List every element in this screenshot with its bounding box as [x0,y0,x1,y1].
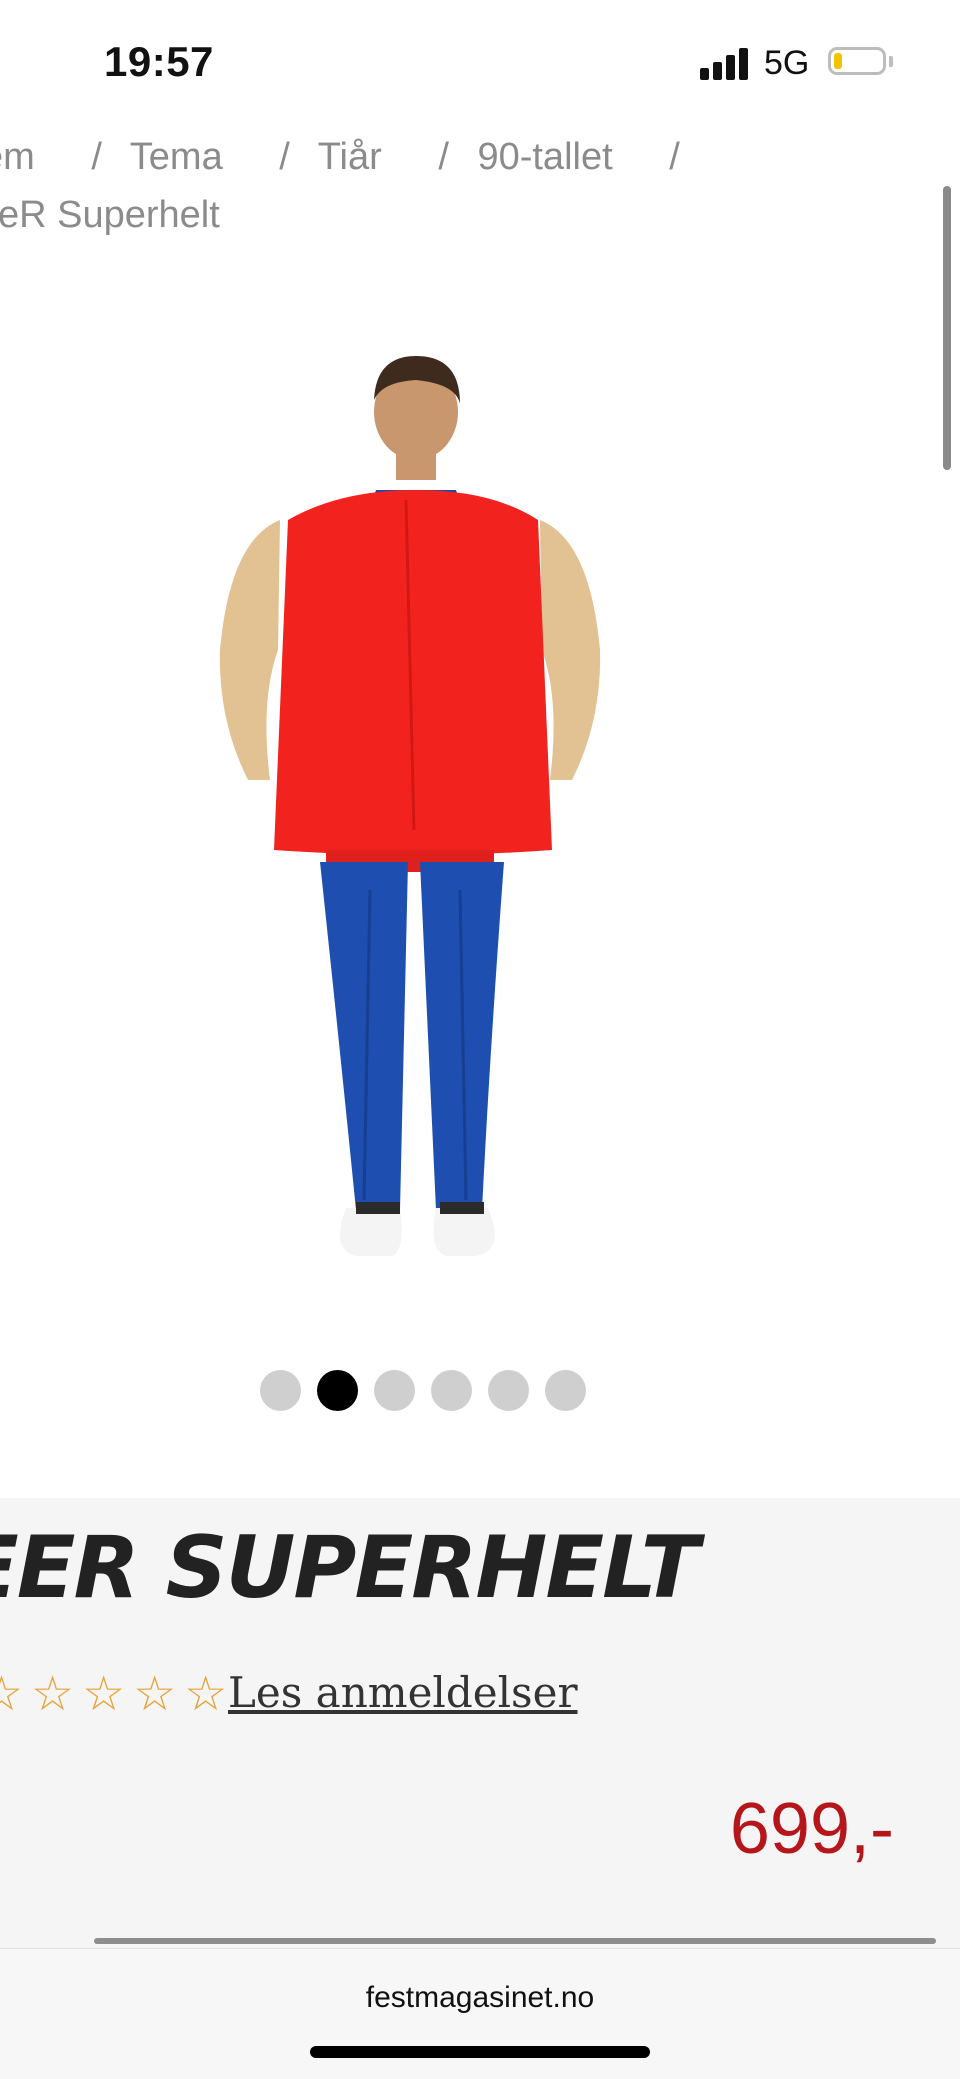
breadcrumb-separator: / [91,136,102,178]
page-scrollbar[interactable] [943,186,951,470]
gallery-pagination [260,1370,586,1412]
horizontal-scrollbar[interactable] [94,1938,936,1944]
star-outline-icon: ☆ [82,1668,126,1721]
breadcrumb-item-90-tallet[interactable]: 90-tallet [477,136,612,178]
rating-stars[interactable]: ☆ ☆ ☆ ☆ ☆ [0,1666,235,1722]
breadcrumb-separator: / [669,136,680,178]
breadcrumb-item-tiar[interactable]: Tiår [318,136,382,178]
gallery-dot-4[interactable] [431,1370,472,1411]
gallery-dot-1[interactable] [260,1370,301,1411]
network-label: 5G [764,44,810,82]
browser-bottom-bar: festmagasinet.no [0,1948,960,2079]
read-reviews-link[interactable]: Les anmeldelser [228,1668,578,1717]
clock: 19:57 [104,38,214,85]
gallery-dot-5[interactable] [488,1370,529,1411]
star-outline-icon: ☆ [133,1668,177,1721]
gallery-dot-6[interactable] [545,1370,586,1411]
breadcrumb-separator: / [438,136,449,178]
url-domain[interactable]: festmagasinet.no [0,1981,960,2015]
breadcrumb: em / Tema / Tiår / 90-tallet / eR Superh… [0,130,960,250]
product-info-panel: EER SUPERHELT ☆ ☆ ☆ ☆ ☆ Les anmeldelser … [0,1498,960,1948]
gallery-dot-3[interactable] [374,1370,415,1411]
breadcrumb-item-tema[interactable]: Tema [130,136,223,178]
home-indicator[interactable] [310,2046,650,2058]
star-outline-icon: ☆ [184,1668,228,1721]
battery-icon [828,47,886,75]
status-bar: 19:57 5G [0,0,960,120]
product-title: EER SUPERHELT [0,1518,699,1618]
product-price: 699,- [729,1789,894,1869]
breadcrumb-current: eR Superhelt [0,194,220,236]
breadcrumb-item-home[interactable]: em [0,136,35,178]
product-image[interactable] [160,350,660,1280]
signal-bars-icon [700,46,752,80]
gallery-dot-2-active[interactable] [317,1370,358,1411]
battery-tip [889,56,893,67]
breadcrumb-separator: / [279,136,290,178]
costume-back-view-image [219,356,601,1256]
star-outline-icon: ☆ [31,1668,75,1721]
star-outline-icon: ☆ [0,1668,24,1721]
